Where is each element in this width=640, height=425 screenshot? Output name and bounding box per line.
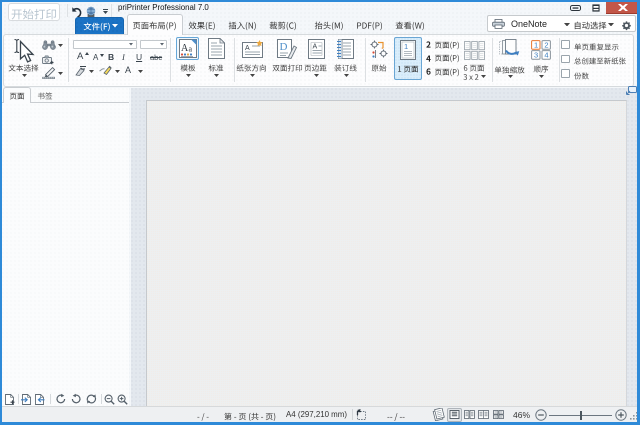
- svg-text:A: A: [245, 45, 250, 52]
- svg-text:4: 4: [544, 50, 548, 59]
- svg-text:A: A: [313, 44, 318, 51]
- svg-text:a: a: [189, 45, 193, 54]
- svg-text:3: 3: [534, 50, 538, 59]
- svg-text:1: 1: [534, 40, 538, 49]
- svg-text:1: 1: [404, 42, 408, 51]
- svg-text:2: 2: [544, 40, 548, 49]
- svg-text:D: D: [280, 41, 288, 53]
